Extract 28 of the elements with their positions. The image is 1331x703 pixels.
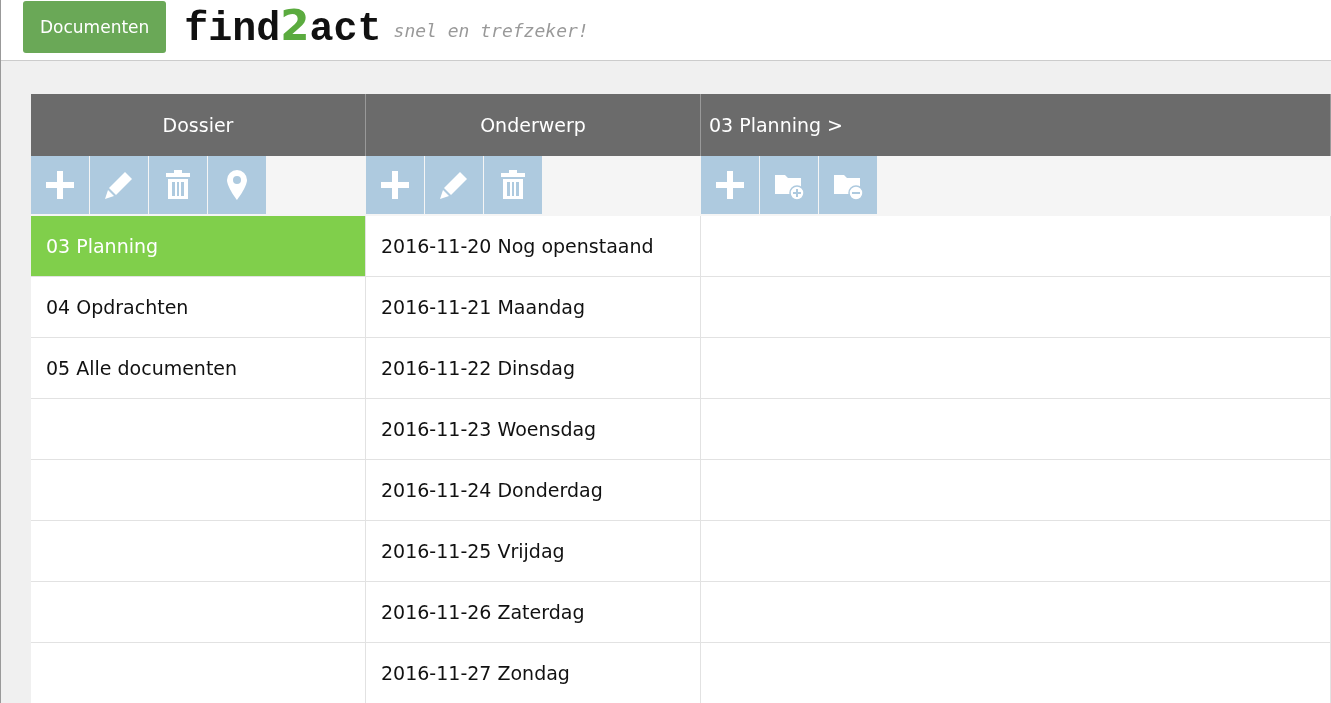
pencil-button[interactable] xyxy=(425,156,483,214)
logo: find2act xyxy=(184,0,382,52)
list-item[interactable]: 2016-11-27 Zondag xyxy=(366,643,700,703)
folder-plus-button[interactable] xyxy=(760,156,818,214)
plus-button[interactable] xyxy=(31,156,89,214)
trash-button[interactable] xyxy=(149,156,207,214)
list-item[interactable]: 2016-11-24 Donderdag xyxy=(366,460,700,520)
folder-minus-button[interactable] xyxy=(819,156,877,214)
list-item[interactable]: 2016-11-26 Zaterdag xyxy=(366,582,700,642)
list-item[interactable]: 2016-11-23 Woensdag xyxy=(366,399,700,459)
pencil-button[interactable] xyxy=(90,156,148,214)
list-item[interactable]: 04 Opdrachten xyxy=(31,277,365,337)
list-item[interactable]: 2016-11-25 Vrijdag xyxy=(366,521,700,581)
plus-button[interactable] xyxy=(366,156,424,214)
column-header: 03 Planning > xyxy=(701,94,1331,156)
column-header: Onderwerp xyxy=(366,94,701,156)
plus-button[interactable] xyxy=(701,156,759,214)
list-item[interactable]: 2016-11-22 Dinsdag xyxy=(366,338,700,398)
list-item[interactable]: 05 Alle documenten xyxy=(31,338,365,398)
plus-icon xyxy=(713,168,747,202)
plus-icon xyxy=(43,168,77,202)
tagline: snel en trefzeker! xyxy=(393,19,589,41)
list-item[interactable]: 2016-11-20 Nog openstaand xyxy=(366,216,700,276)
column-header: Dossier xyxy=(31,94,366,156)
plus-icon xyxy=(378,168,412,202)
pin-button[interactable] xyxy=(208,156,266,214)
trash-button[interactable] xyxy=(484,156,542,214)
list-item[interactable]: 2016-11-21 Maandag xyxy=(366,277,700,337)
